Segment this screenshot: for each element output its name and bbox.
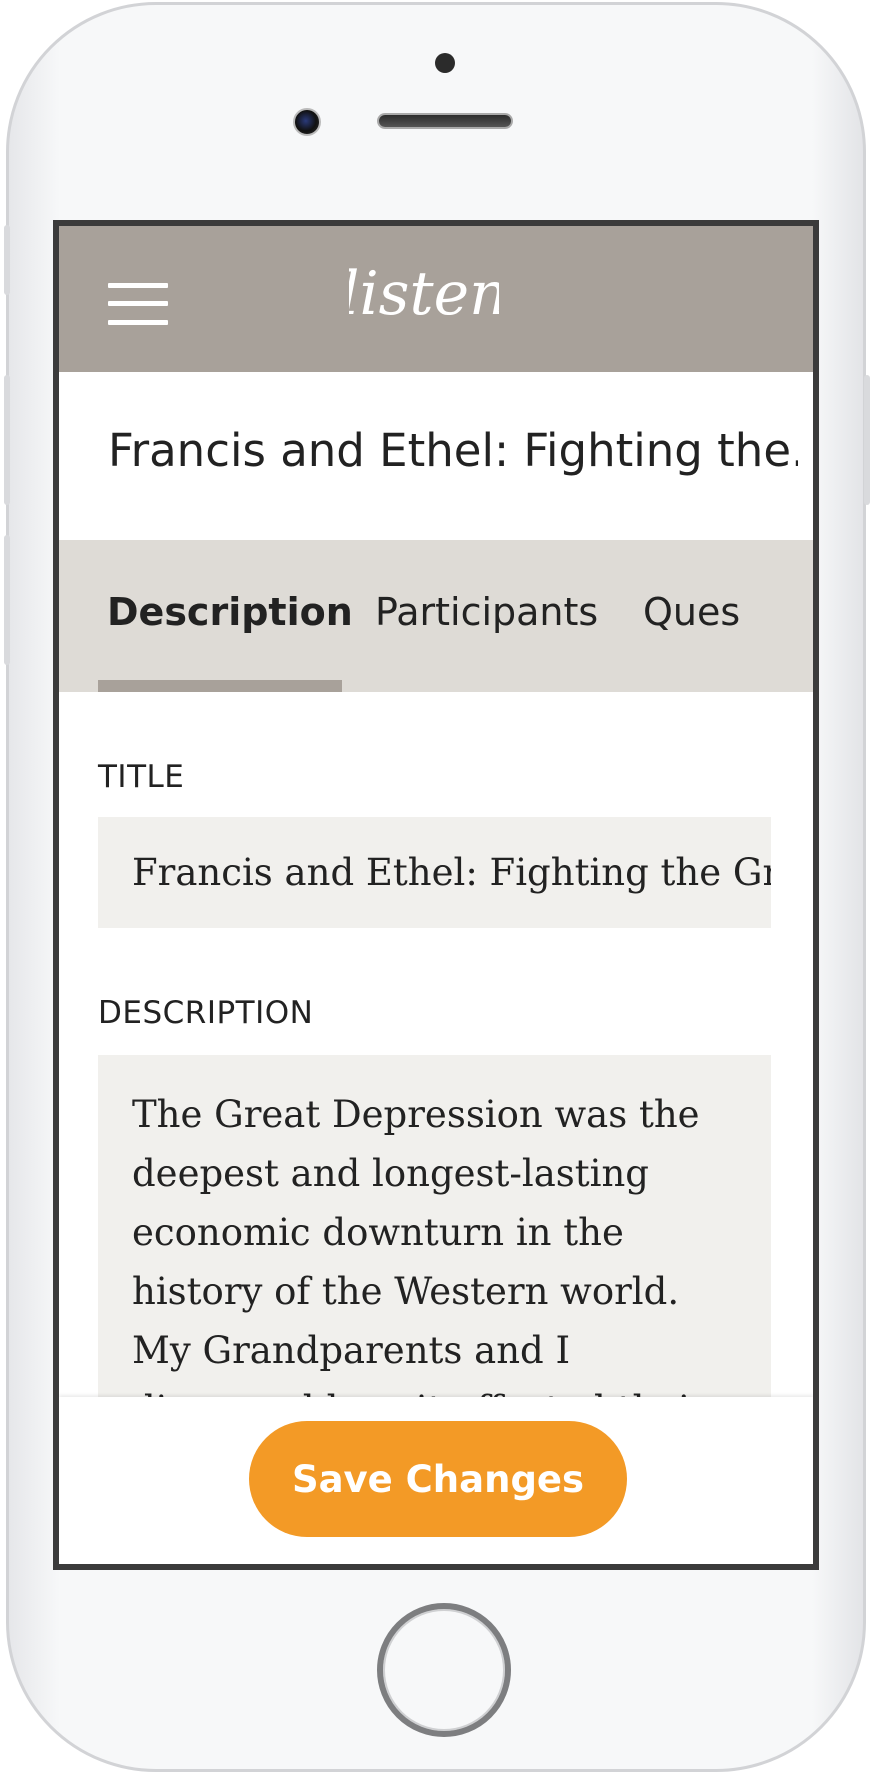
- app-screen: listen Francis and Ethel: Fighting the..…: [53, 220, 819, 1570]
- home-button[interactable]: [377, 1603, 511, 1737]
- description-label: DESCRIPTION: [98, 995, 314, 1031]
- footer-bar: Save Changes: [59, 1397, 813, 1564]
- proximity-sensor: [435, 53, 455, 73]
- hamburger-icon[interactable]: [108, 283, 168, 325]
- save-changes-button[interactable]: Save Changes: [249, 1421, 627, 1537]
- front-camera: [293, 108, 321, 136]
- description-field[interactable]: The Great Depression was the deepest and…: [98, 1055, 771, 1455]
- mute-switch: [4, 225, 10, 295]
- power-button: [864, 375, 870, 505]
- active-tab-indicator: [98, 680, 342, 692]
- svg-text:listen: listen: [349, 259, 499, 329]
- tab-bar: Description Participants Ques: [59, 540, 813, 692]
- page-title: Francis and Ethel: Fighting the...: [108, 424, 798, 477]
- app-header: listen: [59, 226, 813, 372]
- volume-up-button: [4, 375, 10, 505]
- volume-down-button: [4, 535, 10, 665]
- tab-description[interactable]: Description: [107, 590, 353, 634]
- listen-logo: listen: [349, 259, 499, 329]
- title-label: TITLE: [98, 759, 185, 795]
- tab-participants[interactable]: Participants: [375, 590, 598, 634]
- earpiece-speaker: [377, 113, 513, 129]
- title-field[interactable]: Francis and Ethel: Fighting the Grea: [98, 817, 771, 928]
- story-header: Francis and Ethel: Fighting the...: [59, 372, 813, 540]
- tab-questions[interactable]: Ques: [643, 590, 740, 634]
